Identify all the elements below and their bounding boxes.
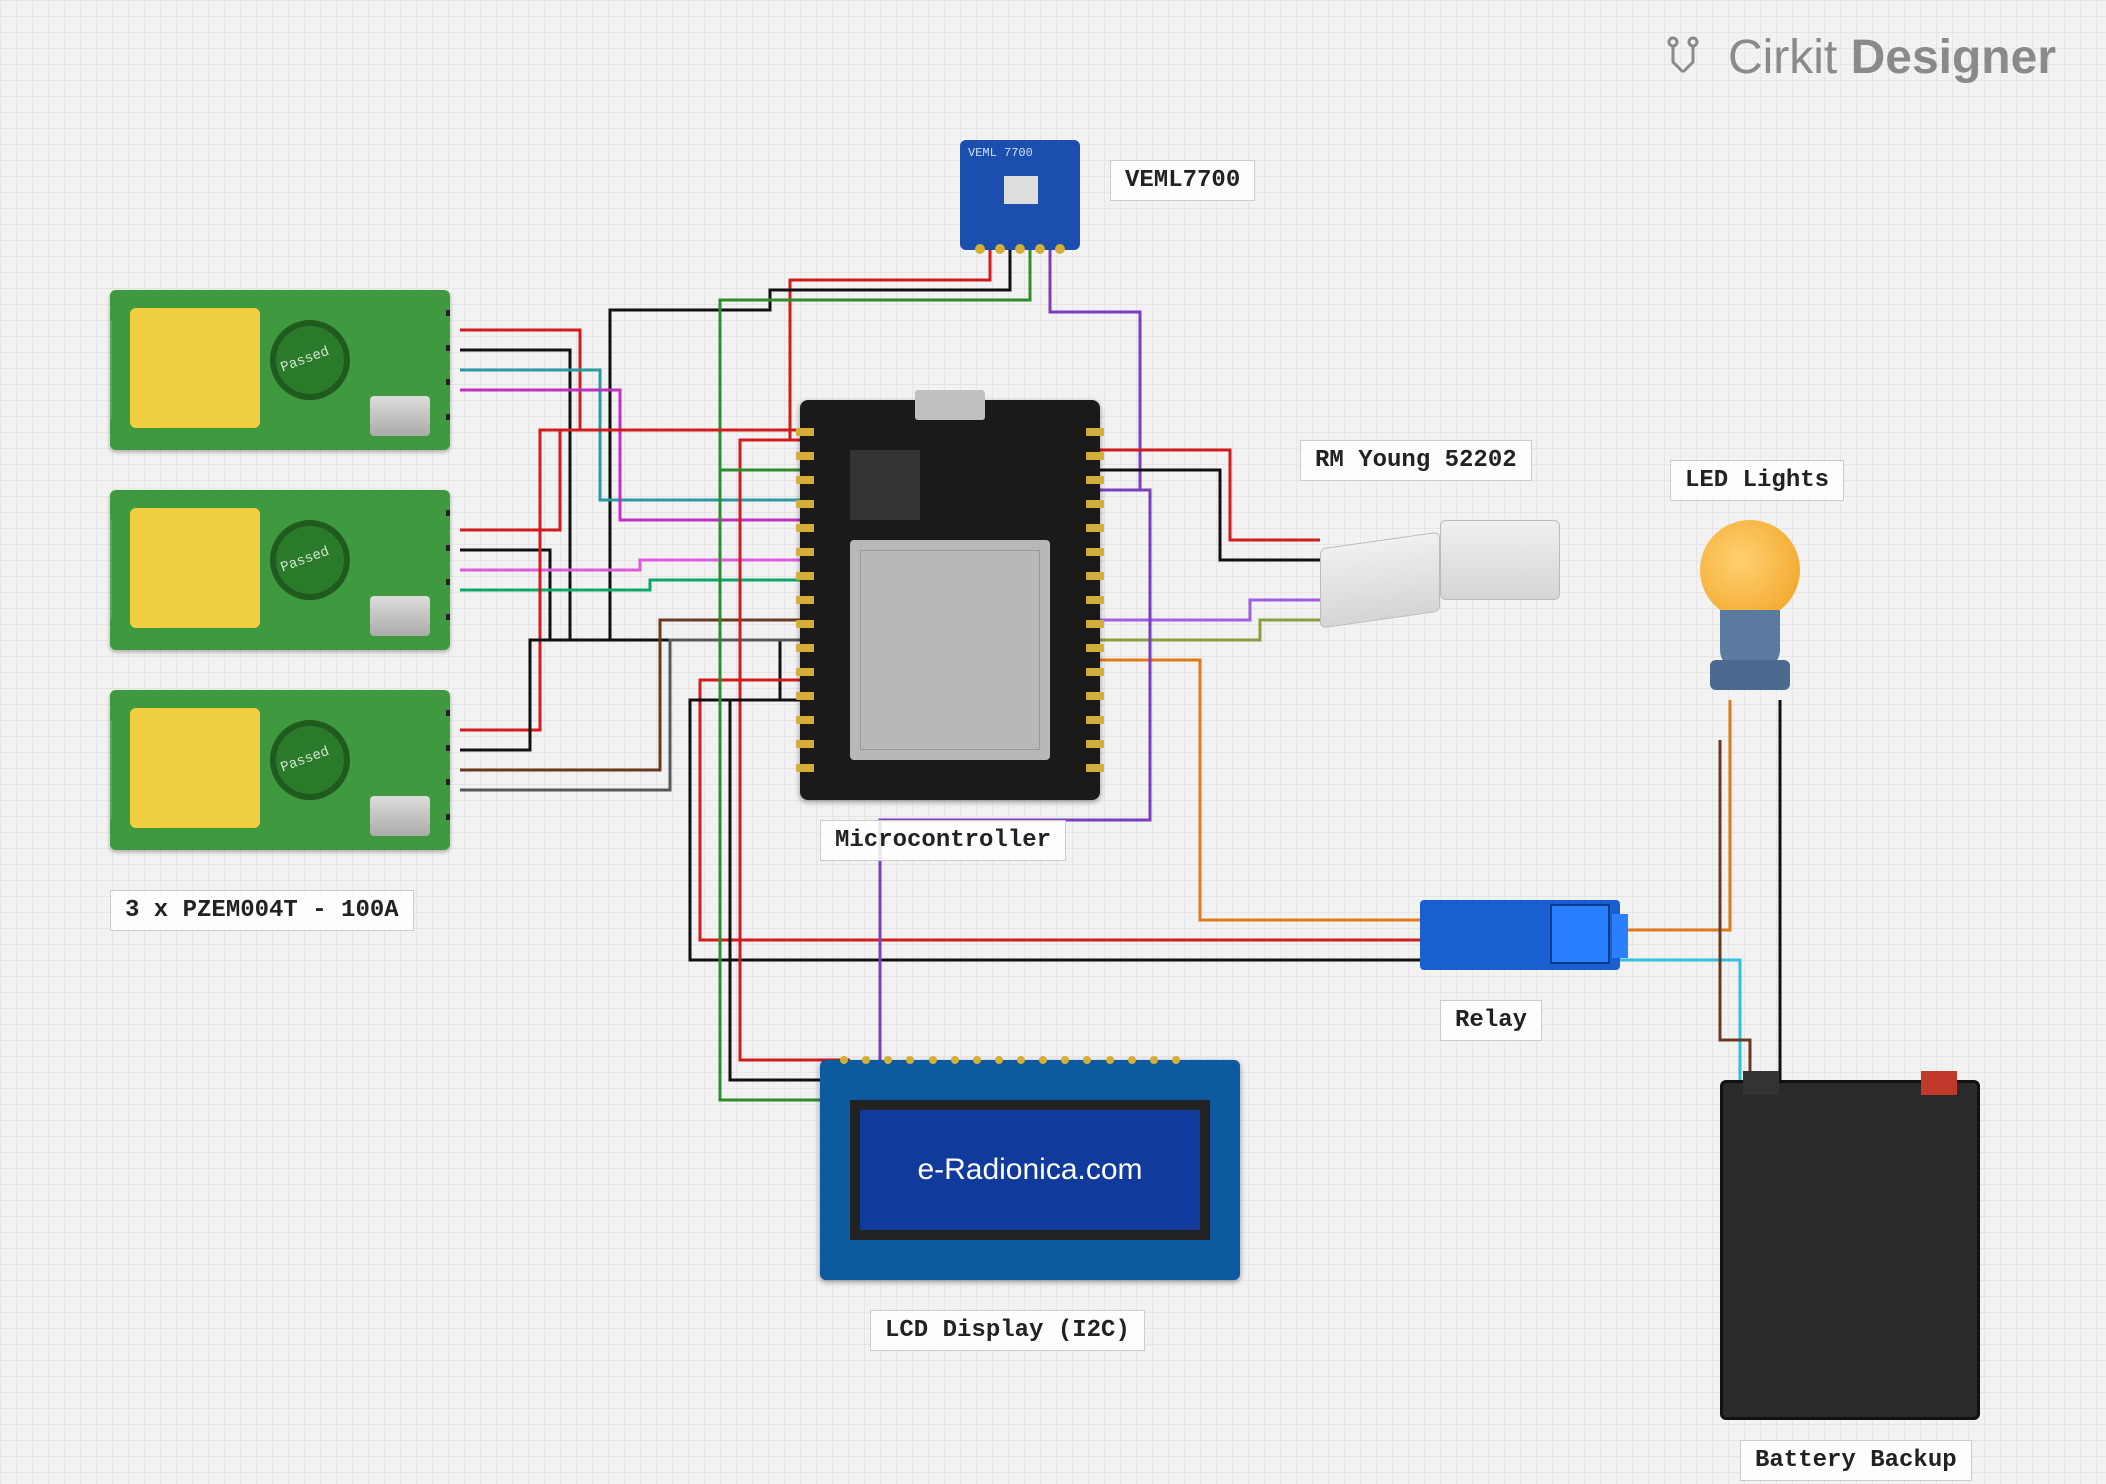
mcu-rf-shield-icon: [850, 540, 1050, 760]
label-battery: Battery Backup: [1740, 1440, 1972, 1481]
label-pzem: 3 x PZEM004T - 100A: [110, 890, 414, 931]
bulb-stand-icon: [1710, 660, 1790, 690]
pzem-module-3[interactable]: [110, 690, 450, 850]
label-mcu: Microcontroller: [820, 820, 1066, 861]
relay-cube-icon: [1550, 904, 1610, 964]
mcu-usb-port-icon: [915, 390, 985, 420]
label-relay: Relay: [1440, 1000, 1542, 1041]
rain-bucket-icon: [1320, 532, 1440, 629]
brand-icon: [1661, 32, 1705, 88]
mcu-left-header: [796, 420, 814, 780]
rm-young-rain-gauge[interactable]: [1320, 500, 1560, 640]
lcd-i2c-display[interactable]: e-Radionica.com: [820, 1060, 1240, 1280]
brand-name: Cirkit: [1728, 31, 1837, 84]
mcu-soc-icon: [850, 450, 920, 520]
veml7700-sensor[interactable]: VEML 7700: [960, 140, 1080, 250]
relay-screw-terminal-icon: [1612, 914, 1628, 958]
brand-suffix: Designer: [1851, 31, 2056, 84]
pzem-module-2[interactable]: [110, 490, 450, 650]
brand-logo: Cirkit Designer: [1661, 30, 2056, 88]
lcd-screen-text: e-Radionica.com: [917, 1153, 1142, 1187]
label-lcd: LCD Display (I2C): [870, 1310, 1145, 1351]
rain-funnel-icon: [1440, 520, 1560, 600]
mcu-right-header: [1086, 420, 1104, 780]
veml-board-text: VEML 7700: [968, 146, 1033, 160]
veml-chip: [1004, 176, 1038, 204]
lcd-header-pins: [840, 1056, 1180, 1066]
diagram-canvas[interactable]: Cirkit Designer: [0, 0, 2106, 1484]
bulb-glass-icon: [1700, 520, 1800, 620]
battery-neg-terminal-icon: [1743, 1071, 1779, 1095]
battery-backup[interactable]: [1720, 1080, 1980, 1420]
pzem-module-1[interactable]: [110, 290, 450, 450]
label-rain: RM Young 52202: [1300, 440, 1532, 481]
battery-pos-terminal-icon: [1921, 1071, 1957, 1095]
esp32-microcontroller[interactable]: [800, 400, 1100, 800]
relay-module[interactable]: [1420, 900, 1620, 970]
label-veml: VEML7700: [1110, 160, 1255, 201]
led-light[interactable]: [1680, 520, 1820, 720]
lcd-screen: e-Radionica.com: [850, 1100, 1210, 1240]
veml-pins: [970, 244, 1070, 254]
label-led: LED Lights: [1670, 460, 1844, 501]
